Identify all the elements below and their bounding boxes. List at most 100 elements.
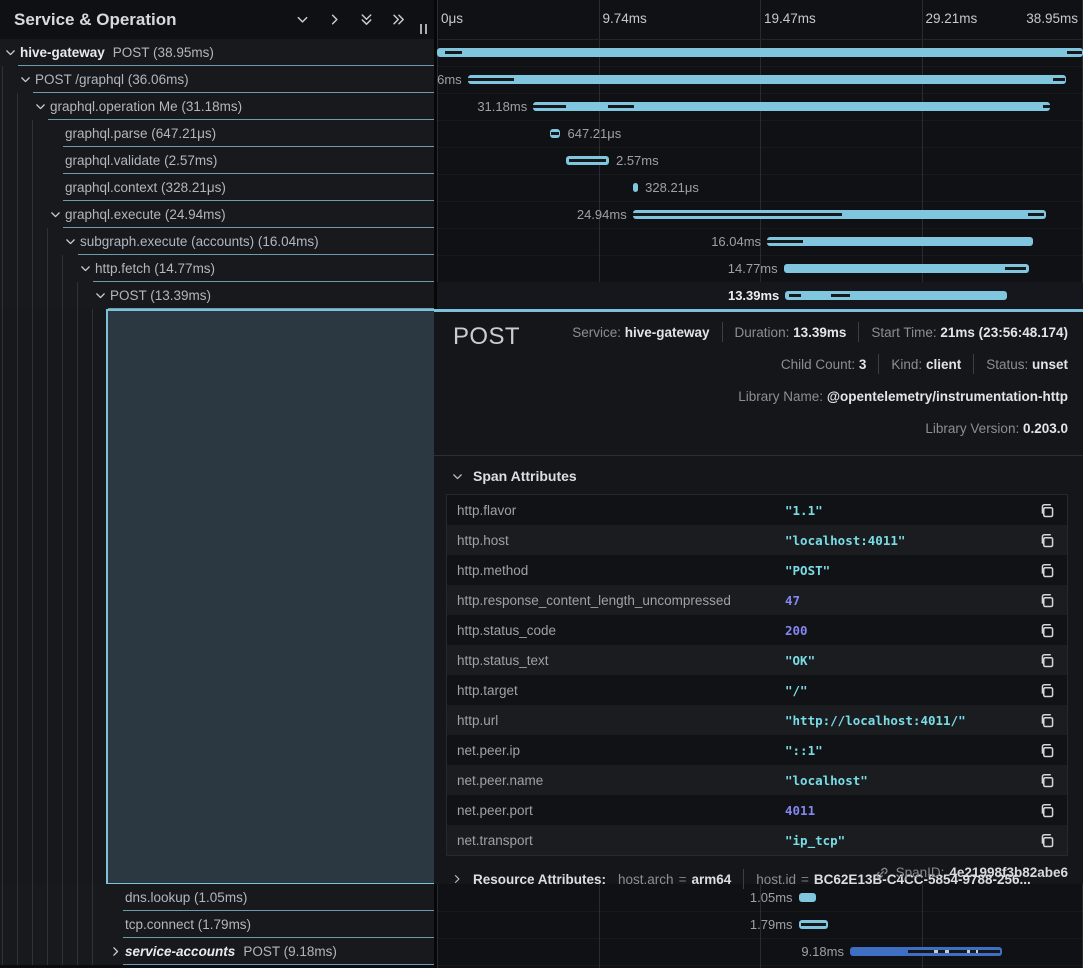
copy-button[interactable] [1027, 503, 1067, 518]
tree-row-label-cell[interactable]: POST (13.39ms) [0, 282, 434, 309]
timeline-row[interactable]: 2.57ms [437, 147, 1083, 175]
chevron-down-icon[interactable] [79, 262, 92, 275]
tree-row-label-cell[interactable]: subgraph.execute (accounts) (16.04ms) [0, 228, 434, 255]
timeline-row[interactable]: 9.18ms [437, 938, 1083, 966]
tree-row-label-cell[interactable]: hive-gatewayPOST (38.95ms) [0, 39, 434, 66]
double-chevron-right-icon[interactable] [391, 12, 406, 27]
span-bar[interactable] [633, 210, 1047, 219]
copy-button[interactable] [1027, 683, 1067, 698]
tree-row-label-cell[interactable]: service-accounts POST (9.18ms) [0, 938, 434, 965]
detail-meta-line: Child Count: 3Kind: clientStatus: unset [544, 354, 1068, 376]
self-time-mark [1043, 105, 1051, 108]
span-bar[interactable] [784, 264, 1029, 273]
link-icon[interactable] [875, 866, 889, 880]
span-bar[interactable] [767, 237, 1033, 246]
timeline-row[interactable]: 24.94ms [437, 201, 1083, 229]
chevron-right-icon[interactable] [109, 945, 122, 958]
timeline-row[interactable]: 31.18ms [437, 93, 1083, 121]
meta-value: 13.39ms [793, 325, 846, 340]
chevron-down-icon[interactable] [94, 289, 107, 302]
duration-label: 9.18ms [801, 938, 844, 965]
double-chevron-down-icon[interactable] [359, 12, 374, 27]
tree-row-label-cell[interactable]: graphql.validate (2.57ms) [0, 147, 434, 174]
tree-row[interactable]: graphql.validate (2.57ms) 2.57ms [0, 147, 1083, 174]
timeline-row[interactable]: 14.77ms [437, 255, 1083, 283]
attr-value: "1.1" [785, 503, 1027, 518]
service-name: service-accounts [125, 944, 235, 959]
tree-row[interactable]: tcp.connect (1.79ms) 1.79ms [0, 911, 1083, 938]
span-name: graphql.parse (647.21μs) [65, 120, 216, 147]
span-bar[interactable] [850, 947, 1002, 956]
tree-row-label-cell[interactable]: tcp.connect (1.79ms) [0, 911, 434, 938]
chevron-down-icon[interactable] [295, 12, 310, 27]
copy-button[interactable] [1027, 803, 1067, 818]
attr-value: "/" [785, 683, 1027, 698]
tree-row-label-cell[interactable]: graphql.execute (24.94ms) [0, 201, 434, 228]
row-underline [123, 964, 434, 965]
timeline-row[interactable]: 13.39ms [437, 282, 1083, 310]
tree-row[interactable]: POST (13.39ms)13.39ms [0, 282, 1083, 309]
span-bar[interactable] [799, 893, 816, 902]
meta-separator [858, 322, 859, 342]
panel-resize-grip[interactable] [420, 24, 429, 34]
meta-label: Status: [986, 357, 1032, 372]
copy-button[interactable] [1027, 743, 1067, 758]
timeline-row[interactable]: 647.21μs [437, 120, 1083, 148]
copy-button[interactable] [1027, 713, 1067, 728]
timeline-row[interactable]: 328.21μs [437, 174, 1083, 202]
span-bar[interactable] [468, 75, 1066, 84]
timeline-row[interactable]: 1.79ms [437, 911, 1083, 939]
tree-row-label-cell[interactable]: POST /graphql (36.06ms) [0, 66, 434, 93]
tree-row-label-cell[interactable]: graphql.parse (647.21μs) [0, 120, 434, 147]
copy-button[interactable] [1027, 533, 1067, 548]
chevron-down-icon [451, 470, 464, 483]
tree-row[interactable]: graphql.execute (24.94ms)24.94ms [0, 201, 1083, 228]
copy-button[interactable] [1027, 563, 1067, 578]
span-attributes-header[interactable]: Span Attributes [451, 468, 1083, 484]
self-time-mark [533, 105, 566, 108]
chevron-right-icon[interactable] [327, 12, 342, 27]
tree-row[interactable]: http.fetch (14.77ms) 14.77ms [0, 255, 1083, 282]
tree-row[interactable]: graphql.operation Me (31.18ms)31.18ms [0, 93, 1083, 120]
copy-button[interactable] [1027, 593, 1067, 608]
tree-row[interactable]: service-accounts POST (9.18ms) 9.18ms [0, 938, 1083, 965]
tree-row-label-cell[interactable]: http.fetch (14.77ms) [0, 255, 434, 282]
timeline-row[interactable] [437, 39, 1083, 67]
span-bar[interactable] [566, 156, 609, 165]
tree-row-label-cell[interactable]: graphql.context (328.21μs) [0, 174, 434, 201]
copy-button[interactable] [1027, 653, 1067, 668]
operation-name: POST (9.18ms) [243, 944, 337, 959]
duration-label: 1.79ms [750, 911, 793, 938]
copy-button[interactable] [1027, 623, 1067, 638]
operation-name: http.fetch (14.77ms) [95, 261, 215, 276]
span-bar[interactable] [437, 48, 1083, 57]
span-bar[interactable] [533, 102, 1050, 111]
tree-row[interactable]: graphql.parse (647.21μs) 647.21μs [0, 120, 1083, 147]
tree-row[interactable]: hive-gatewayPOST (38.95ms) [0, 39, 1083, 66]
copy-button[interactable] [1027, 773, 1067, 788]
tree-row-label-cell[interactable]: dns.lookup (1.05ms) [0, 884, 434, 911]
span-detail-title: POST [453, 323, 520, 351]
span-bar[interactable] [785, 291, 1007, 300]
timeline-row[interactable]: 16.04ms [437, 228, 1083, 256]
chevron-down-icon[interactable] [19, 73, 32, 86]
chevron-down-icon[interactable] [4, 46, 17, 59]
chevron-down-icon[interactable] [34, 100, 47, 113]
span-bar[interactable] [550, 129, 561, 138]
indent-guides [0, 255, 75, 282]
meta-label: Library Name: [738, 389, 827, 404]
tree-row-label-cell[interactable]: graphql.operation Me (31.18ms) [0, 93, 434, 120]
tree-row[interactable]: graphql.context (328.21μs)328.21μs [0, 174, 1083, 201]
timeline-row[interactable]: 36.06ms [437, 66, 1083, 94]
span-bar[interactable] [799, 920, 829, 929]
duration-label: 2.57ms [616, 147, 659, 174]
tree-row[interactable]: POST /graphql (36.06ms)36.06ms [0, 66, 1083, 93]
span-name: tcp.connect (1.79ms) [125, 911, 251, 938]
chevron-down-icon[interactable] [49, 208, 62, 221]
meta-value: 21ms (23:56:48.174) [940, 325, 1068, 340]
tree-row[interactable]: subgraph.execute (accounts) (16.04ms)16.… [0, 228, 1083, 255]
chevron-down-icon[interactable] [64, 235, 77, 248]
span-bar[interactable] [633, 183, 638, 192]
self-time-mark [608, 105, 634, 108]
copy-button[interactable] [1027, 833, 1067, 848]
